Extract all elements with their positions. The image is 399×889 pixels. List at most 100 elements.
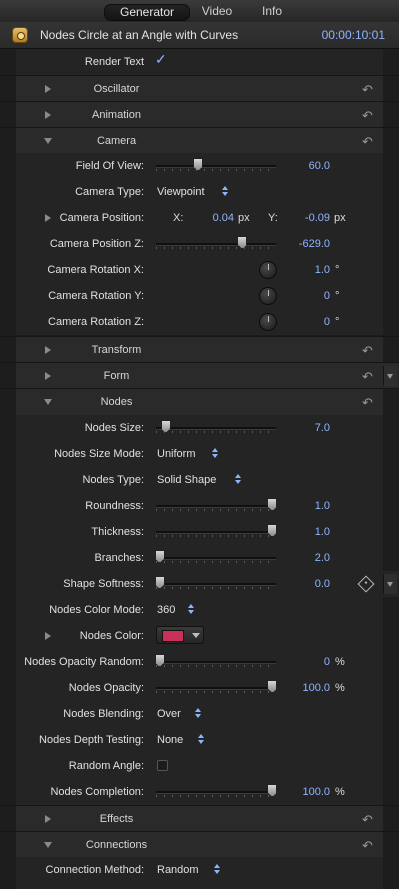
nodes-size-mode-popup[interactable]: Uniform [157, 448, 196, 460]
group-connections[interactable]: Connections ↶ [0, 831, 399, 858]
nodes-opacity-random-row: Nodes Opacity Random: 0 % [0, 649, 399, 675]
chevron-down-icon[interactable] [192, 633, 200, 638]
group-effects[interactable]: Effects ↶ [0, 805, 399, 832]
shape-softness-row: Shape Softness: 0.0 [0, 571, 399, 597]
group-label: Nodes [100, 396, 133, 408]
camera-rotation-z-value[interactable]: 0 [280, 316, 330, 328]
degree-unit: ° [335, 316, 340, 328]
reset-icon[interactable]: ↶ [362, 82, 373, 98]
group-nodes[interactable]: Nodes ↶ [0, 388, 399, 415]
reset-icon[interactable]: ↶ [362, 134, 373, 150]
branches-value[interactable]: 2.0 [280, 552, 330, 564]
nodes-opacity-slider[interactable] [156, 680, 278, 693]
tab-info[interactable]: Info [252, 4, 292, 19]
group-animation[interactable]: Animation ↶ [0, 101, 399, 128]
roundness-value[interactable]: 1.0 [280, 500, 330, 512]
reset-icon[interactable]: ↶ [362, 343, 373, 359]
nodes-opacity-random-slider[interactable] [154, 654, 276, 667]
nodes-type-popup[interactable]: Solid Shape [157, 474, 216, 486]
percent-unit: % [335, 656, 345, 668]
camera-position-y-value[interactable]: -0.09 [294, 212, 330, 224]
popup-arrows-icon[interactable] [214, 863, 220, 875]
nodes-size-value[interactable]: 7.0 [280, 422, 330, 434]
camera-position-z-value[interactable]: -629.0 [280, 238, 330, 250]
random-angle-checkbox[interactable] [157, 760, 168, 771]
popup-arrows-icon[interactable] [188, 603, 194, 615]
nodes-blending-row: Nodes Blending: Over [0, 701, 399, 727]
clip-title: Nodes Circle at an Angle with Curves [40, 28, 239, 42]
nodes-completion-value[interactable]: 100.0 [280, 786, 330, 798]
param-label: Roundness: [85, 500, 144, 512]
popup-arrows-icon[interactable] [235, 473, 241, 485]
popup-arrows-icon[interactable] [212, 447, 218, 459]
param-label: Shape Softness: [63, 578, 144, 590]
connection-method-popup[interactable]: Random [157, 864, 199, 876]
nodes-color-well[interactable] [156, 626, 204, 644]
nodes-blending-popup[interactable]: Over [157, 708, 181, 720]
nodes-opacity-value[interactable]: 100.0 [280, 682, 330, 694]
group-oscillator[interactable]: Oscillator ↶ [0, 75, 399, 102]
parameter-menu-button[interactable] [383, 366, 397, 386]
unit-label: px [238, 212, 250, 224]
camera-position-z-slider[interactable] [156, 236, 276, 249]
reset-icon[interactable]: ↶ [362, 812, 373, 828]
color-swatch[interactable] [162, 630, 184, 642]
group-label: Effects [99, 813, 134, 825]
param-label: Camera Rotation Z: [48, 316, 144, 328]
reset-icon[interactable]: ↶ [362, 369, 373, 385]
param-label: Thickness: [91, 526, 144, 538]
field-of-view-value[interactable]: 60.0 [280, 160, 330, 172]
nodes-opacity-random-value[interactable]: 0 [280, 656, 330, 668]
add-keyframe-icon[interactable] [357, 575, 375, 593]
shape-softness-slider[interactable] [154, 576, 276, 589]
nodes-color-mode-popup[interactable]: 360 [157, 604, 175, 616]
nodes-color-row: Nodes Color: [0, 623, 399, 649]
group-label: Transform [91, 344, 142, 356]
group-transform[interactable]: Transform ↶ [0, 336, 399, 363]
inspector-tab-bar: Generator Video Info [0, 0, 399, 23]
degree-unit: ° [335, 264, 340, 276]
reset-icon[interactable]: ↶ [362, 108, 373, 124]
field-of-view-slider[interactable] [156, 158, 276, 171]
nodes-type-row: Nodes Type: Solid Shape [0, 467, 399, 493]
disclosure-collapsed-icon[interactable] [45, 214, 51, 222]
inspector-header: Nodes Circle at an Angle with Curves 00:… [0, 22, 399, 49]
popup-arrows-icon[interactable] [222, 185, 228, 197]
camera-type-popup[interactable]: Viewpoint [157, 186, 205, 198]
group-camera[interactable]: Camera ↶ [0, 127, 399, 154]
nodes-size-slider[interactable] [156, 420, 276, 433]
rotation-dial[interactable] [259, 261, 277, 279]
tab-video[interactable]: Video [194, 4, 240, 19]
render-text-checkbox[interactable]: ✓ [155, 51, 167, 68]
popup-arrows-icon[interactable] [195, 707, 201, 719]
param-label: Nodes Size Mode: [54, 448, 144, 460]
camera-rotation-x-value[interactable]: 1.0 [280, 264, 330, 276]
generator-icon [12, 27, 28, 43]
nodes-size-mode-row: Nodes Size Mode: Uniform [0, 441, 399, 467]
nodes-depth-testing-popup[interactable]: None [157, 734, 183, 746]
rotation-dial[interactable] [259, 313, 277, 331]
thickness-value[interactable]: 1.0 [280, 526, 330, 538]
param-label: Nodes Color Mode: [49, 604, 144, 616]
shape-softness-value[interactable]: 0.0 [280, 578, 330, 590]
camera-position-x-value[interactable]: 0.04 [198, 212, 234, 224]
param-label: Nodes Opacity Random: [24, 656, 144, 668]
nodes-opacity-row: Nodes Opacity: 100.0 % [0, 675, 399, 701]
random-angle-row: Random Angle: [0, 753, 399, 779]
reset-icon[interactable]: ↶ [362, 838, 373, 854]
rotation-dial[interactable] [259, 287, 277, 305]
tab-generator[interactable]: Generator [104, 4, 190, 21]
disclosure-collapsed-icon[interactable] [45, 632, 51, 640]
reset-icon[interactable]: ↶ [362, 395, 373, 411]
camera-position-row: Camera Position: X: 0.04 px Y: -0.09 px [0, 205, 399, 231]
clip-duration-timecode: 00:00:10:01 [321, 28, 385, 42]
roundness-slider[interactable] [156, 498, 278, 511]
camera-rotation-y-value[interactable]: 0 [280, 290, 330, 302]
group-form[interactable]: Form ↶ [0, 362, 399, 389]
popup-arrows-icon[interactable] [198, 733, 204, 745]
degree-unit: ° [335, 290, 340, 302]
branches-slider[interactable] [154, 550, 276, 563]
parameter-menu-button[interactable] [383, 574, 397, 594]
nodes-completion-slider[interactable] [156, 784, 278, 797]
thickness-slider[interactable] [156, 524, 278, 537]
